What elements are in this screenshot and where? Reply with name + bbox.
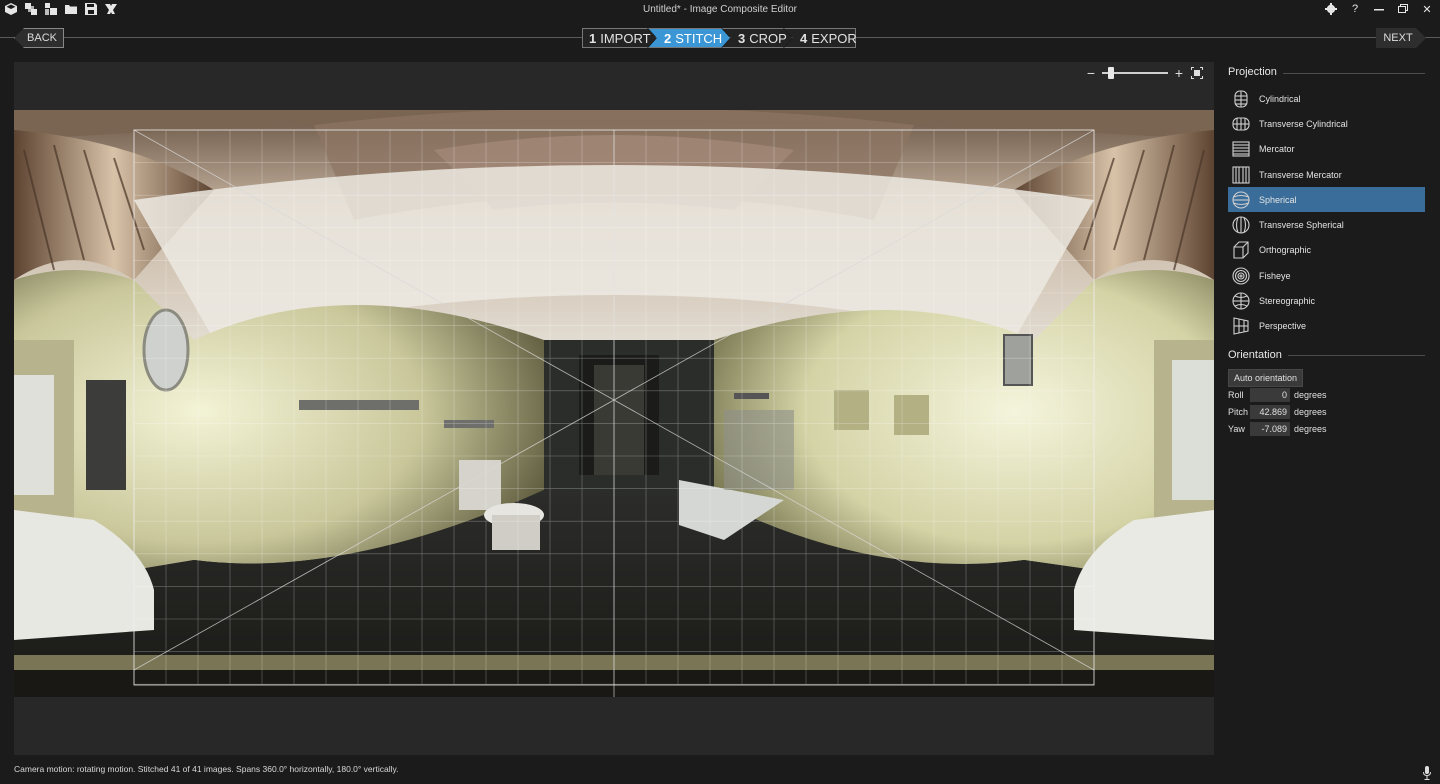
zoom-out-button[interactable]: −	[1084, 66, 1098, 80]
roll-field[interactable]: 0	[1250, 388, 1290, 403]
projection-item-spherical[interactable]: Spherical	[1228, 187, 1425, 213]
projection-item-fisheye[interactable]: Fisheye	[1228, 263, 1425, 288]
projection-label: Transverse Spherical	[1259, 220, 1344, 231]
wizard-steps: 1 IMPORT 2 STITCH 3 CROP 4 EXPORT	[582, 28, 856, 48]
projection-list: Cylindrical Transverse Cylindrical Merca…	[1228, 86, 1425, 339]
projection-item-transverse-mercator[interactable]: Transverse Mercator	[1228, 162, 1425, 187]
title-bar: Untitled* - Image Composite Editor ? ✕	[0, 0, 1440, 20]
orientation-heading: Orientation	[1228, 348, 1282, 361]
cylindrical-icon	[1231, 89, 1251, 109]
mercator-icon	[1231, 139, 1251, 159]
projection-section-title: Projection	[1228, 62, 1425, 82]
step-number: 1	[589, 30, 597, 46]
zoom-in-button[interactable]: +	[1172, 66, 1186, 80]
microphone-icon[interactable]	[1421, 766, 1433, 780]
step-number: 2	[664, 30, 672, 46]
projection-heading: Projection	[1228, 66, 1277, 78]
back-button[interactable]: BACK	[14, 28, 64, 48]
projection-label: Cylindrical	[1259, 93, 1301, 104]
pitch-field[interactable]: 42.869	[1250, 405, 1290, 420]
projection-item-transverse-cylindrical[interactable]: Transverse Cylindrical	[1228, 111, 1425, 136]
projection-item-orthographic[interactable]: Orthographic	[1228, 238, 1425, 263]
projection-item-transverse-spherical[interactable]: Transverse Spherical	[1228, 212, 1425, 237]
transverse-mercator-icon	[1231, 165, 1251, 185]
step-export[interactable]: 4 EXPORT	[784, 28, 856, 48]
step-crop[interactable]: 3 CROP	[722, 28, 792, 48]
status-bar: Camera motion: rotating motion. Stitched…	[14, 764, 399, 774]
projection-label: Transverse Cylindrical	[1259, 118, 1348, 129]
zoom-slider[interactable]	[1102, 67, 1168, 79]
projection-label: Spherical	[1259, 194, 1297, 205]
step-label: STITCH	[675, 30, 723, 46]
yaw-label: Yaw	[1228, 424, 1245, 435]
projection-item-cylindrical[interactable]: Cylindrical	[1228, 86, 1425, 111]
projection-label: Mercator	[1259, 144, 1295, 155]
projection-item-perspective[interactable]: Perspective	[1228, 314, 1425, 339]
roll-unit: degrees	[1294, 390, 1327, 401]
yaw-unit: degrees	[1294, 424, 1327, 435]
panorama-image	[14, 110, 1214, 697]
help-icon[interactable]: ?	[1348, 2, 1362, 16]
panorama-preview[interactable]	[14, 110, 1214, 697]
divider	[1287, 355, 1425, 357]
stereographic-icon	[1231, 291, 1251, 311]
divider	[1282, 72, 1425, 74]
pitch-unit: degrees	[1294, 407, 1327, 418]
roll-label: Roll	[1228, 390, 1244, 401]
orientation-section-title: Orientation	[1228, 345, 1425, 365]
step-label: IMPORT	[600, 30, 651, 46]
next-button[interactable]: NEXT	[1376, 28, 1426, 48]
auto-orientation-button[interactable]: Auto orientation	[1228, 368, 1304, 387]
spherical-icon	[1231, 190, 1251, 210]
step-label: CROP	[749, 30, 787, 46]
step-label: EXPORT	[811, 30, 865, 46]
perspective-icon	[1231, 316, 1251, 336]
pitch-row: Pitch 42.869 degrees	[1228, 404, 1425, 421]
minimize-icon[interactable]	[1372, 2, 1386, 16]
projection-item-stereographic[interactable]: Stereographic	[1228, 288, 1425, 313]
step-import[interactable]: 1 IMPORT	[582, 28, 656, 48]
transverse-cylindrical-icon	[1231, 114, 1251, 134]
zoom-thumb[interactable]	[1108, 67, 1114, 79]
step-stitch[interactable]: 2 STITCH	[648, 28, 730, 48]
yaw-row: Yaw -7.089 degrees	[1228, 421, 1425, 438]
close-icon[interactable]: ✕	[1420, 2, 1434, 16]
restore-icon[interactable]	[1396, 2, 1410, 16]
zoom-control: − +	[1084, 66, 1204, 80]
transverse-spherical-icon	[1231, 215, 1251, 235]
window-controls: ? ✕	[1324, 2, 1434, 16]
projection-label: Perspective	[1259, 321, 1307, 332]
step-number: 3	[738, 30, 746, 46]
roll-row: Roll 0 degrees	[1228, 387, 1425, 404]
settings-icon[interactable]	[1324, 2, 1338, 16]
projection-label: Stereographic	[1259, 296, 1316, 307]
step-number: 4	[800, 30, 808, 46]
yaw-field[interactable]: -7.089	[1250, 422, 1290, 437]
settings-panel: Projection Cylindrical Transverse Cylind…	[1228, 62, 1425, 438]
projection-label: Orthographic	[1259, 245, 1312, 256]
projection-label: Transverse Mercator	[1259, 169, 1342, 180]
window-title: Untitled* - Image Composite Editor	[643, 4, 797, 15]
pitch-label: Pitch	[1228, 407, 1249, 418]
projection-label: Fisheye	[1259, 270, 1291, 281]
orthographic-icon	[1231, 240, 1251, 260]
projection-item-mercator[interactable]: Mercator	[1228, 137, 1425, 162]
orientation-section: Orientation Auto orientation Roll 0 degr…	[1228, 345, 1425, 438]
wizard-bar: BACK 1 IMPORT 2 STITCH 3 CROP 4 EXPORT N…	[0, 20, 1440, 60]
zoom-to-fit-icon[interactable]	[1190, 66, 1204, 80]
fisheye-icon	[1231, 266, 1251, 286]
